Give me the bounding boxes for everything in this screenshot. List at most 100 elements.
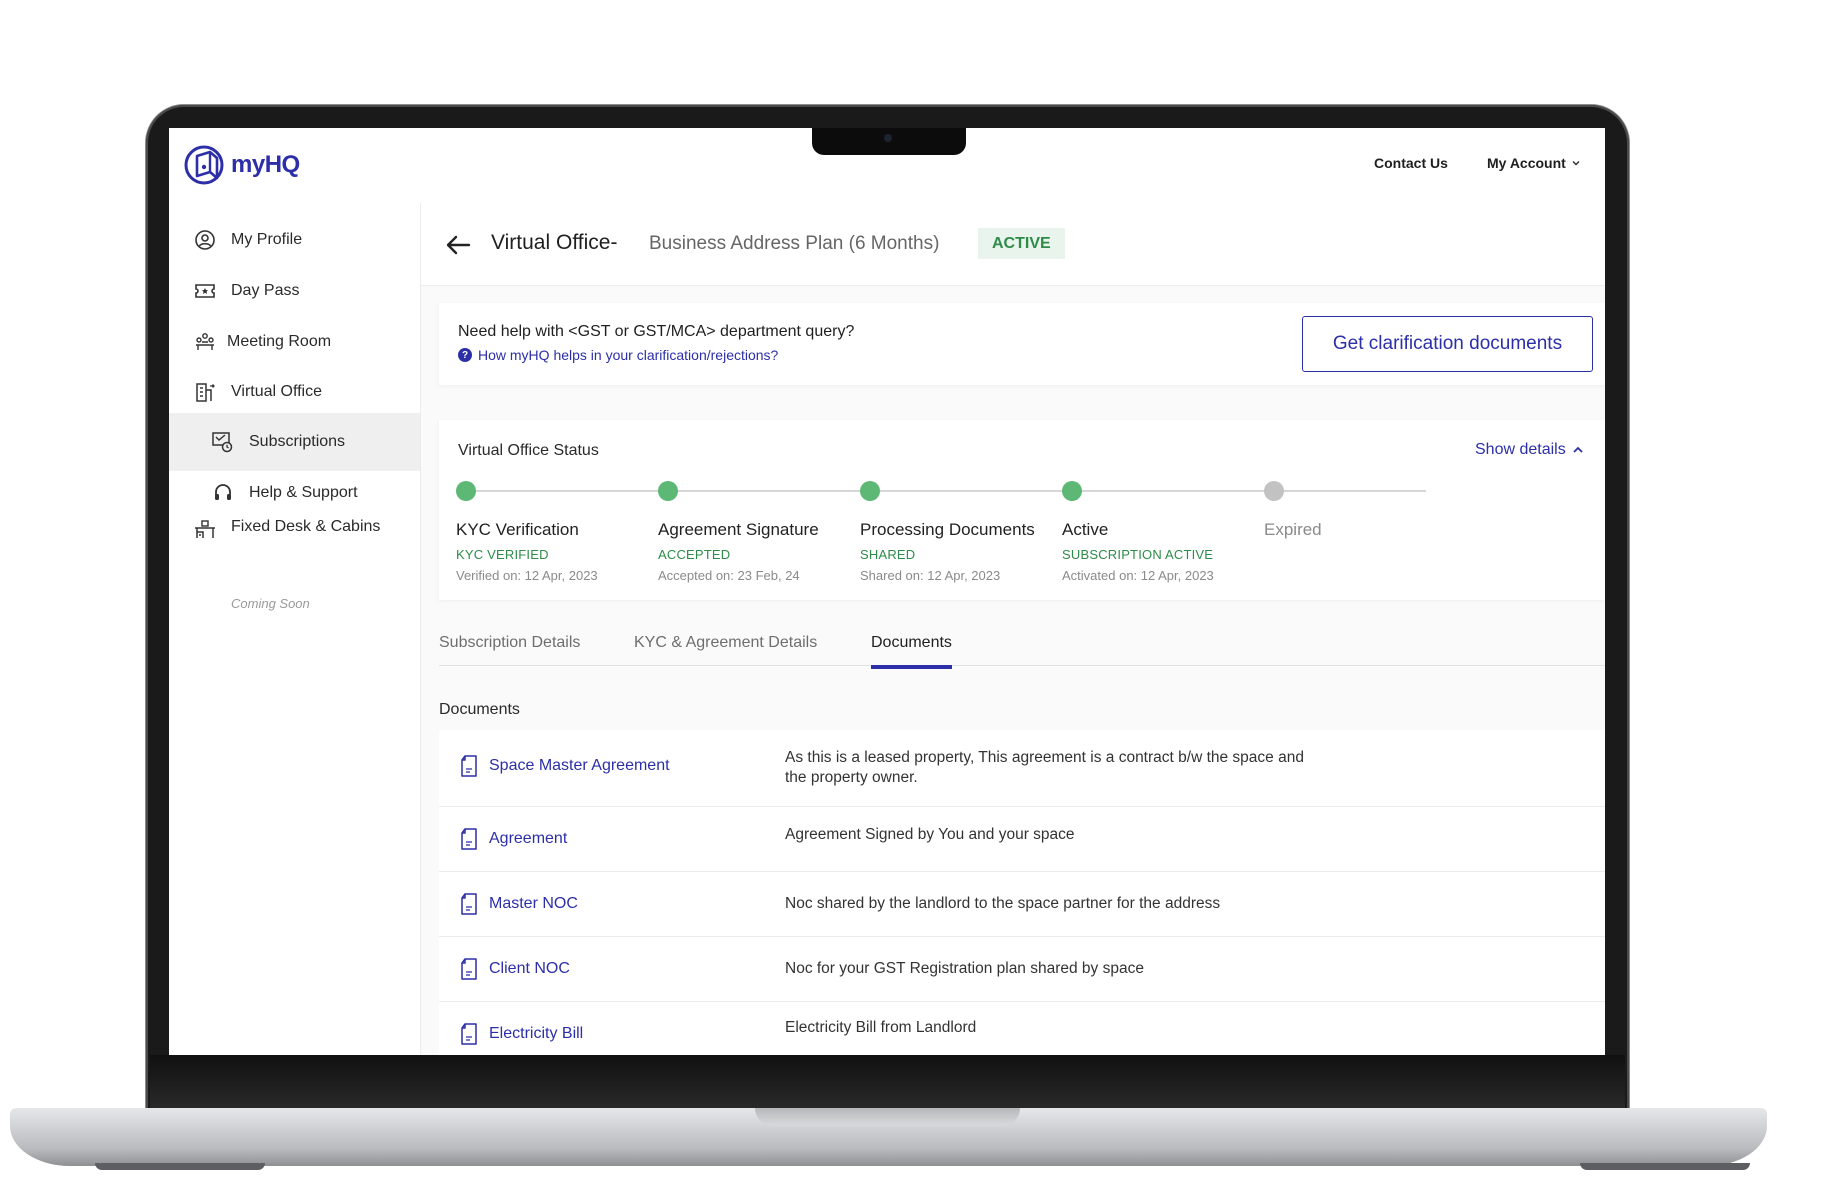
page-header: Virtual Office- Business Address Plan (6…: [421, 203, 1605, 286]
document-link-client-noc[interactable]: Client NOC: [459, 957, 570, 981]
step-name: Expired: [1264, 520, 1322, 539]
sidebar-item-day-pass[interactable]: Day Pass: [169, 262, 420, 320]
document-row: Master NOC Noc shared by the landlord to…: [439, 872, 1605, 937]
status-step-active: Active SUBSCRIPTION ACTIVE Activated on:…: [1062, 520, 1282, 583]
sidebar-item-label: Fixed Desk & Cabins: [231, 518, 381, 535]
laptop-foot-left: [95, 1163, 265, 1170]
sidebar: My Profile Day Pass Meeting Room Virtual…: [169, 203, 421, 1055]
document-link-electricity-bill[interactable]: Electricity Bill: [459, 1022, 583, 1046]
sidebar-item-subscriptions[interactable]: Subscriptions: [169, 413, 420, 471]
sidebar-item-label: Meeting Room: [227, 333, 332, 350]
sidebar-item-label: Subscriptions: [249, 433, 346, 450]
tab-subscription-details[interactable]: Subscription Details: [439, 634, 580, 665]
my-account-menu[interactable]: My Account: [1487, 155, 1581, 171]
step-state: KYC VERIFIED: [456, 547, 549, 562]
get-clarification-documents-button[interactable]: Get clarification documents: [1302, 316, 1593, 372]
document-description: Noc for your GST Registration plan share…: [785, 960, 1144, 977]
step-name: Agreement Signature: [658, 520, 819, 539]
laptop-base-notch: [755, 1108, 1020, 1126]
help-link-label: How myHQ helps in your clarification/rej…: [478, 347, 779, 363]
document-link-space-master-agreement[interactable]: Space Master Agreement: [459, 754, 670, 778]
help-link[interactable]: ? How myHQ helps in your clarification/r…: [458, 347, 778, 363]
sidebar-item-label: Help & Support: [249, 484, 358, 501]
sidebar-item-label: Day Pass: [231, 282, 300, 299]
help-card: Need help with <GST or GST/MCA> departme…: [439, 303, 1605, 385]
laptop-bezel: [150, 1055, 1625, 1110]
detail-tabs: Subscription Details KYC & Agreement Det…: [439, 618, 1605, 669]
screen: myHQ Contact Us My Account My Profile Da…: [169, 128, 1605, 1055]
show-details-toggle[interactable]: Show details: [1475, 441, 1584, 459]
status-step-agreement: Agreement Signature ACCEPTED Accepted on…: [658, 520, 878, 583]
pdf-file-icon: [461, 828, 477, 850]
sidebar-item-label: Virtual Office: [231, 383, 323, 400]
step-dot-kyc: [456, 481, 476, 501]
sidebar-item-my-profile[interactable]: My Profile: [169, 211, 420, 269]
document-row: Electricity Bill Electricity Bill from L…: [439, 1002, 1605, 1055]
step-name: KYC Verification: [456, 520, 579, 539]
pdf-file-icon: [461, 1023, 477, 1045]
status-badge: ACTIVE: [978, 228, 1065, 259]
document-row: Agreement Agreement Signed by You and yo…: [439, 807, 1605, 872]
show-details-label: Show details: [1475, 441, 1566, 458]
my-account-label: My Account: [1487, 155, 1566, 171]
meeting-icon: [193, 330, 217, 354]
main-content: Virtual Office- Business Address Plan (6…: [421, 203, 1605, 1055]
user-circle-icon: [193, 228, 217, 252]
step-date: Shared on: 12 Apr, 2023: [860, 568, 1001, 583]
document-link-master-noc[interactable]: Master NOC: [459, 892, 578, 916]
tab-kyc-agreement-details[interactable]: KYC & Agreement Details: [634, 634, 817, 665]
status-step-expired: Expired: [1264, 520, 1484, 540]
page-title: Virtual Office-: [491, 231, 618, 254]
pdf-file-icon: [461, 958, 477, 980]
laptop-foot-right: [1580, 1163, 1750, 1170]
coming-soon-note: Coming Soon: [231, 596, 310, 611]
desk-icon: [193, 518, 217, 542]
step-name: Processing Documents: [860, 520, 1035, 539]
subscription-icon: [211, 430, 235, 454]
document-description: Agreement Signed by You and your space: [785, 826, 1075, 843]
document-name: Master NOC: [489, 895, 578, 912]
chevron-down-icon: [1572, 160, 1580, 166]
brand-name: myHQ: [231, 151, 300, 178]
contact-us-link[interactable]: Contact Us: [1374, 155, 1448, 171]
document-row: Space Master Agreement As this is a leas…: [439, 730, 1605, 807]
pdf-file-icon: [461, 755, 477, 777]
sidebar-item-label: My Profile: [231, 231, 303, 248]
brand-logo[interactable]: myHQ: [183, 142, 300, 188]
status-step-kyc: KYC Verification KYC VERIFIED Verified o…: [456, 520, 676, 583]
myhq-logo-icon: [184, 145, 224, 185]
document-description: Noc shared by the landlord to the space …: [785, 895, 1221, 912]
document-description: As this is a leased property, This agree…: [785, 749, 1304, 786]
document-row: Client NOC Noc for your GST Registration…: [439, 937, 1605, 1002]
step-name: Active: [1062, 520, 1109, 539]
camera-icon: [884, 134, 892, 142]
building-icon: [193, 380, 217, 404]
headset-icon: [211, 481, 235, 505]
step-state: SUBSCRIPTION ACTIVE: [1062, 547, 1214, 562]
help-question: Need help with <GST or GST/MCA> departme…: [458, 323, 855, 340]
plan-name: Business Address Plan (6 Months): [649, 233, 940, 254]
documents-heading: Documents: [439, 701, 520, 718]
step-dot-agreement: [658, 481, 678, 501]
status-step-processing: Processing Documents SHARED Shared on: 1…: [860, 520, 1080, 583]
status-title: Virtual Office Status: [458, 442, 599, 459]
question-icon: ?: [458, 348, 472, 362]
step-dot-expired: [1264, 481, 1284, 501]
step-date: Activated on: 12 Apr, 2023: [1062, 568, 1214, 583]
tab-documents[interactable]: Documents: [871, 634, 952, 669]
sidebar-item-fixed-desk[interactable]: Fixed Desk & Cabins: [169, 508, 420, 552]
documents-list: Space Master Agreement As this is a leas…: [439, 730, 1605, 1055]
document-link-agreement[interactable]: Agreement: [459, 827, 567, 851]
step-dot-active: [1062, 481, 1082, 501]
step-date: Verified on: 12 Apr, 2023: [456, 568, 598, 583]
document-name: Electricity Bill: [489, 1025, 584, 1042]
document-name: Agreement: [489, 830, 568, 847]
ticket-icon: [193, 279, 217, 303]
step-date: Accepted on: 23 Feb, 24: [658, 568, 800, 583]
step-dot-processing: [860, 481, 880, 501]
step-state: SHARED: [860, 547, 916, 562]
back-arrow-icon[interactable]: [443, 230, 473, 260]
virtual-office-status-card: Virtual Office Status Show details KYC V…: [439, 420, 1605, 600]
document-description: Electricity Bill from Landlord: [785, 1019, 977, 1036]
camera-notch: [812, 128, 966, 155]
